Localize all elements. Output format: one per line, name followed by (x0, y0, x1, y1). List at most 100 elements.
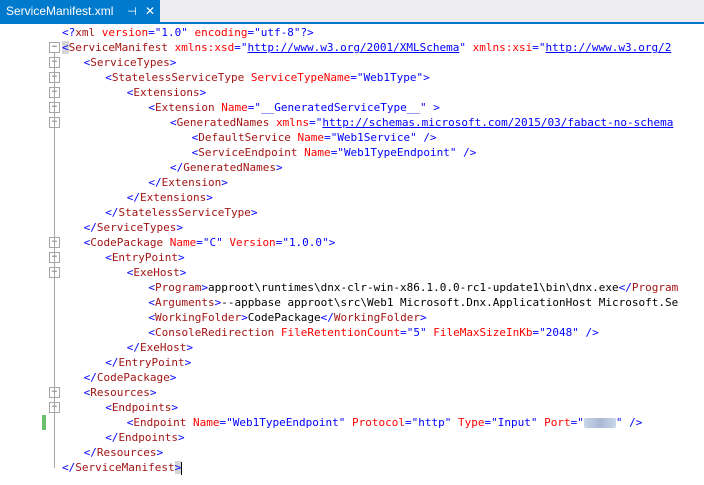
code-line[interactable]: </CodePackage> (84, 370, 177, 385)
code-token: 1.0.0 (288, 236, 323, 249)
code-token: > (199, 86, 207, 99)
outline-guide (54, 52, 55, 468)
code-line[interactable]: </ServiceManifest> (62, 460, 183, 475)
code-line[interactable]: <Resources> (84, 385, 157, 400)
code-token: > (275, 161, 283, 174)
code-line[interactable]: <Endpoint Name="Web1TypeEndpoint" Protoc… (127, 415, 643, 430)
code-token: WorkingFolder (155, 311, 242, 324)
line-number-margin (0, 24, 42, 485)
code-token: " (254, 26, 261, 39)
code-token: > (328, 236, 336, 249)
code-token: Resources (96, 446, 157, 459)
code-token: " (282, 236, 289, 249)
code-line[interactable]: </Extension> (148, 175, 227, 190)
code-text-area[interactable]: <?xml version="1.0" encoding="utf-8"?> <S… (62, 24, 704, 485)
code-line[interactable]: <DefaultService Name="Web1Service" /> (192, 130, 437, 145)
code-token: version (95, 26, 149, 39)
code-line[interactable]: <ConsoleRedirection FileRetentionCount="… (148, 325, 598, 340)
code-token: " (539, 326, 546, 339)
code-token: ServiceManifest (75, 461, 175, 474)
code-token: > (169, 56, 177, 69)
code-token: < (170, 116, 177, 129)
code-token: 5 (413, 326, 420, 339)
code-line[interactable]: </StatelessServiceType> (105, 205, 257, 220)
code-line[interactable]: </ExeHost> (127, 340, 193, 355)
code-line[interactable]: <ServiceTypes> (84, 55, 177, 70)
code-token: > (176, 221, 183, 234)
code-line[interactable]: <GeneratedNames xmlns="http://schemas.mi… (170, 115, 673, 130)
code-editor[interactable]: − − − − − − − − − − − <?xml version="1.0" encoding… (0, 24, 704, 485)
code-token: DefaultService (198, 131, 291, 144)
code-token: Name (186, 416, 220, 429)
code-token: > (178, 431, 185, 444)
code-token: < (105, 251, 112, 264)
code-token: " (491, 416, 498, 429)
code-line[interactable]: </GeneratedNames> (170, 160, 283, 175)
xml-url-link[interactable]: http://www.w3.org/2 (545, 41, 671, 54)
tab-title: ServiceManifest.xml (6, 4, 114, 18)
code-line[interactable]: </Extensions> (127, 190, 213, 205)
code-line[interactable]: <Extensions> (127, 85, 206, 100)
code-line[interactable]: <WorkingFolder>CodePackage</WorkingFolde… (148, 310, 426, 325)
code-token: Endpoints (111, 401, 172, 414)
code-line[interactable]: </ServiceTypes> (84, 220, 183, 235)
code-line[interactable]: <Arguments>--appbase approot\src\Web1 Mi… (148, 295, 678, 310)
code-token: " (181, 26, 188, 39)
code-line[interactable]: <?xml version="1.0" encoding="utf-8"?> (62, 25, 314, 40)
code-token: = (309, 116, 316, 129)
code-token: > (156, 446, 164, 459)
code-token: /> (578, 326, 599, 339)
code-line[interactable]: <ExeHost> (127, 265, 187, 280)
code-token: </ (148, 176, 162, 189)
code-token: Web1Type (363, 71, 417, 84)
code-token: < (62, 41, 69, 54)
code-line[interactable]: <Endpoints> (105, 400, 178, 415)
code-line[interactable]: </Resources> (84, 445, 163, 460)
code-token: ServiceManifest (68, 41, 168, 54)
code-token: Program (155, 281, 202, 294)
code-line[interactable]: </Endpoints> (105, 430, 184, 445)
code-token: > (201, 281, 208, 294)
code-token: = (234, 41, 241, 54)
document-tab[interactable]: ServiceManifest.xml ⊣ ✕ (0, 0, 160, 22)
code-token: encoding (187, 26, 248, 39)
code-token: </ (83, 371, 97, 384)
code-token: Web1TypeEndpoint (232, 416, 339, 429)
code-token: /> (456, 146, 477, 159)
code-token: Extensions (140, 191, 207, 204)
code-token: " (337, 146, 344, 159)
code-line[interactable]: <ServiceManifest xmlns:xsd="http://www.w… (62, 40, 671, 55)
close-icon[interactable]: ✕ (142, 3, 158, 19)
code-token: " (459, 41, 466, 54)
code-line[interactable]: </EntryPoint> (105, 355, 191, 370)
code-line[interactable]: <EntryPoint> (105, 250, 184, 265)
code-line[interactable]: <StatelessServiceType ServiceTypeName="W… (105, 70, 430, 85)
code-line[interactable]: <Program>approot\runtimes\dnx-clr-win-x8… (148, 280, 678, 295)
code-token: Extension (155, 101, 215, 114)
code-token: ExeHost (140, 341, 187, 354)
code-token: = (350, 71, 357, 84)
code-token: 1.0 (161, 26, 182, 39)
code-token: 2048 (545, 326, 573, 339)
code-token: GeneratedNames (176, 116, 270, 129)
code-token: Name (290, 131, 325, 144)
code-token: > (241, 311, 248, 324)
code-token: xmlns:xsd (167, 41, 235, 54)
code-token: </ (105, 431, 119, 444)
code-line[interactable]: <ServiceEndpoint Name="Web1TypeEndpoint"… (192, 145, 477, 160)
code-token: > (186, 341, 194, 354)
code-token: Input (497, 416, 531, 429)
code-line[interactable]: <CodePackage Name="C" Version="1.0.0"> (84, 235, 336, 250)
code-token: > (178, 251, 185, 264)
code-token: > (149, 386, 157, 399)
code-token: ConsoleRedirection (155, 326, 275, 339)
xml-url-link[interactable]: http://www.w3.org/2001/XMLSchema (247, 41, 459, 54)
code-token: > (174, 461, 182, 474)
code-token: Resources (90, 386, 150, 399)
xml-url-link[interactable]: http://schemas.microsoft.com/2015/03/fab… (322, 116, 673, 129)
code-token: --appbase approot\src\Web1 Microsoft.Dnx… (221, 296, 679, 309)
code-token: </ (105, 356, 119, 369)
code-line[interactable]: <Extension Name="__GeneratedServiceType_… (148, 100, 439, 115)
pin-icon[interactable]: ⊣ (124, 3, 140, 19)
redacted-port-value (583, 418, 616, 428)
